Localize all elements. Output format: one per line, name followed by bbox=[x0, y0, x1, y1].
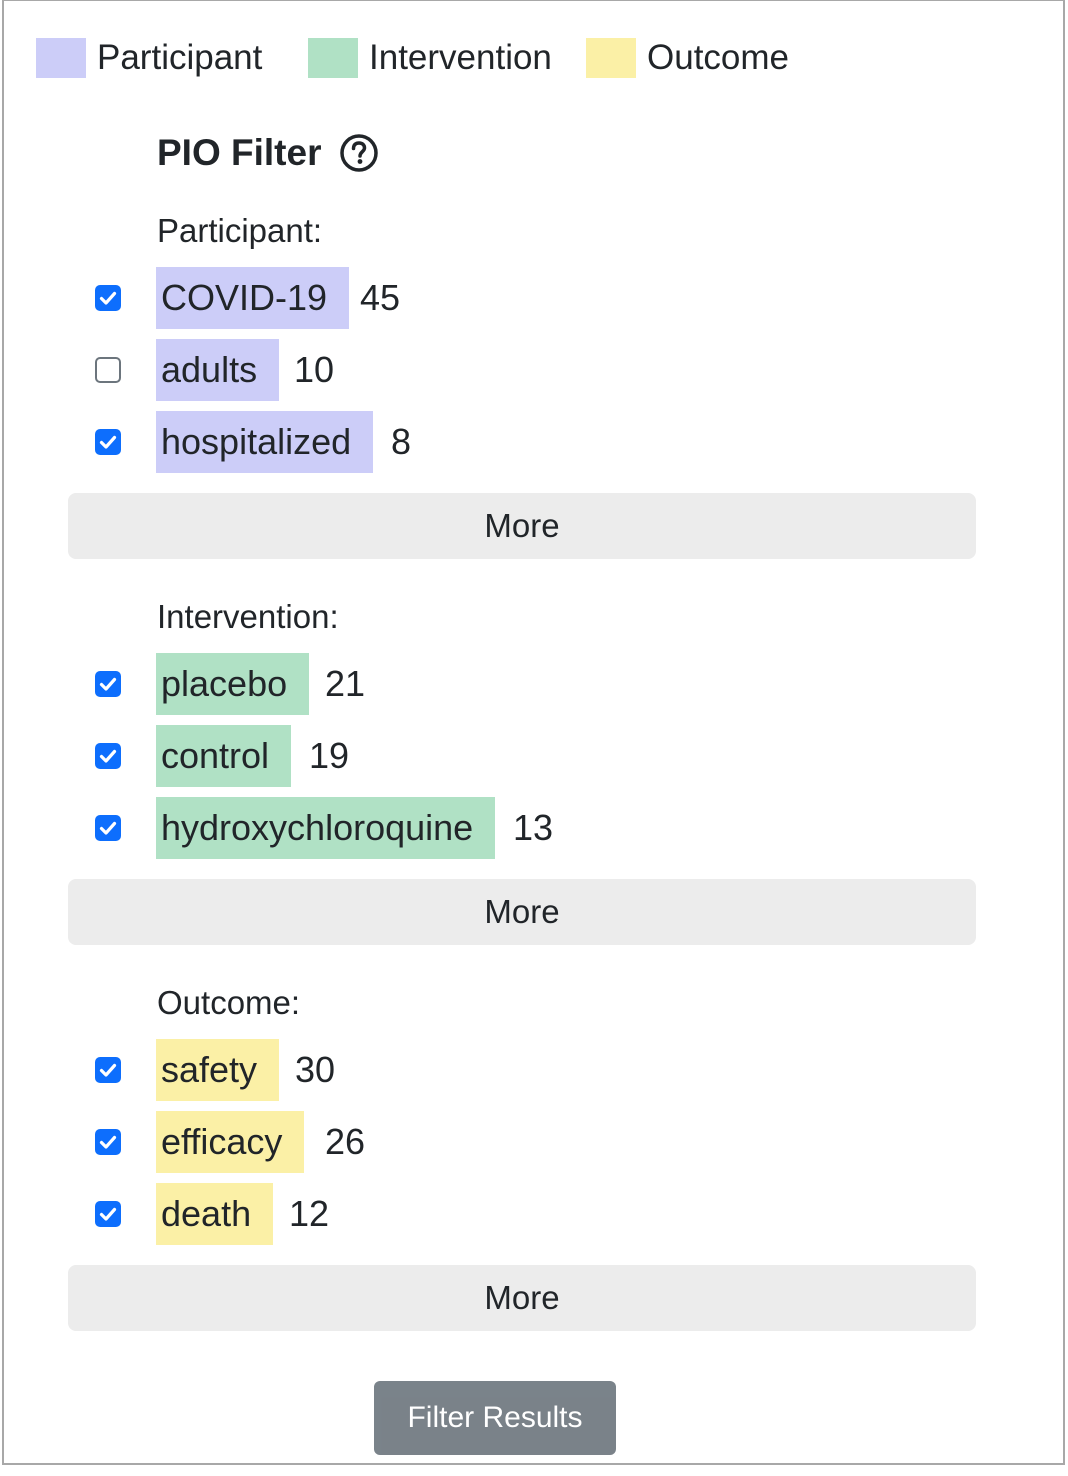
term-tag: adults bbox=[156, 339, 280, 401]
term-tag: COVID-19 bbox=[156, 267, 350, 329]
panel-header: PIO Filter bbox=[157, 129, 379, 177]
section-label-intervention: Intervention: bbox=[157, 598, 339, 635]
checkbox-placebo[interactable] bbox=[95, 671, 121, 697]
filter-results-button[interactable]: Filter Results bbox=[374, 1381, 616, 1455]
term-count: 21 bbox=[325, 663, 366, 704]
term-tag: efficacy bbox=[156, 1111, 305, 1173]
filter-row-adults: adults 10 bbox=[4, 339, 904, 401]
term-tag: hospitalized bbox=[156, 411, 374, 473]
legend-outcome-label: Outcome bbox=[647, 38, 789, 77]
pio-filter-panel: Participant Intervention Outcome PIO Fil… bbox=[2, 0, 1065, 1465]
checkbox-adults[interactable] bbox=[95, 357, 121, 383]
more-intervention-button[interactable]: More bbox=[68, 879, 976, 945]
more-outcome-button[interactable]: More bbox=[68, 1265, 976, 1331]
filter-row-hospitalized: hospitalized 8 bbox=[4, 411, 904, 473]
filter-row-safety: safety 30 bbox=[4, 1039, 904, 1101]
term-count: 13 bbox=[513, 807, 554, 848]
question-circle-icon[interactable] bbox=[339, 133, 379, 173]
filter-row-death: death 12 bbox=[4, 1183, 904, 1245]
intervention-swatch bbox=[308, 38, 358, 78]
filter-row-efficacy: efficacy 26 bbox=[4, 1111, 904, 1173]
legend-participant-label: Participant bbox=[97, 38, 263, 77]
term-tag: placebo bbox=[156, 653, 310, 715]
checkbox-safety[interactable] bbox=[95, 1057, 121, 1083]
panel-title: PIO Filter bbox=[157, 132, 322, 173]
term-count: 12 bbox=[289, 1193, 330, 1234]
legend-participant: Participant bbox=[36, 38, 262, 78]
section-label-participant: Participant: bbox=[157, 212, 323, 249]
term-count: 19 bbox=[309, 735, 350, 776]
checkbox-death[interactable] bbox=[95, 1201, 121, 1227]
term-count: 30 bbox=[295, 1049, 336, 1090]
filter-row-hydroxychloroquine: hydroxychloroquine 13 bbox=[4, 797, 904, 859]
filter-row-placebo: placebo 21 bbox=[4, 653, 904, 715]
term-count: 8 bbox=[391, 421, 412, 462]
section-label-outcome: Outcome: bbox=[157, 984, 301, 1021]
term-tag: death bbox=[156, 1183, 274, 1245]
outcome-swatch bbox=[586, 38, 636, 78]
filter-row-control: control 19 bbox=[4, 725, 904, 787]
more-participant-button[interactable]: More bbox=[68, 493, 976, 559]
checkbox-efficacy[interactable] bbox=[95, 1129, 121, 1155]
legend-outcome: Outcome bbox=[586, 38, 789, 78]
legend-intervention-label: Intervention bbox=[369, 38, 552, 77]
checkbox-covid19[interactable] bbox=[95, 285, 121, 311]
checkbox-hydroxychloroquine[interactable] bbox=[95, 815, 121, 841]
term-tag: safety bbox=[156, 1039, 280, 1101]
term-count: 10 bbox=[294, 349, 335, 390]
term-count: 26 bbox=[325, 1121, 366, 1162]
filter-row-covid19: COVID-19 45 bbox=[4, 267, 904, 329]
legend-intervention: Intervention bbox=[308, 38, 552, 78]
term-tag: control bbox=[156, 725, 292, 787]
participant-swatch bbox=[36, 38, 86, 78]
term-count: 45 bbox=[360, 277, 401, 318]
checkbox-control[interactable] bbox=[95, 743, 121, 769]
term-tag: hydroxychloroquine bbox=[156, 797, 496, 859]
checkbox-hospitalized[interactable] bbox=[95, 429, 121, 455]
